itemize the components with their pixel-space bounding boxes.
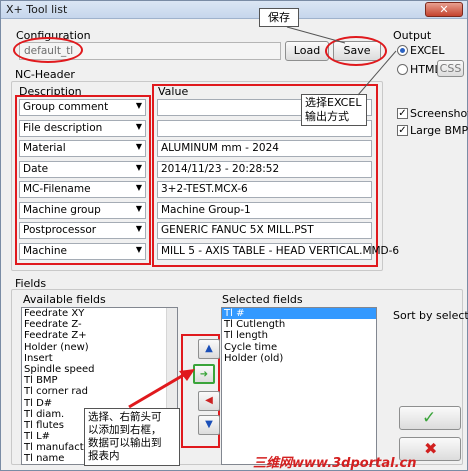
value-text: 3+2-TEST.MCX-6 [161, 183, 248, 195]
description-value: Date [23, 163, 49, 175]
description-select[interactable]: Postprocessor ▼ [19, 222, 146, 239]
description-value: Group comment [23, 101, 109, 113]
dropdown-arrow-icon: ▼ [135, 224, 142, 233]
description-select[interactable]: Machine group ▼ [19, 202, 146, 219]
available-fields-label: Available fields [23, 293, 106, 306]
value-text: 2014/11/23 - 20:28:52 [161, 163, 280, 175]
description-value: Machine [23, 245, 67, 257]
description-value: Machine group [23, 204, 101, 216]
description-select[interactable]: MC-Filename ▼ [19, 181, 146, 198]
save-callout-pointer [286, 26, 346, 44]
list-item[interactable]: Holder (old) [222, 353, 376, 364]
window-title: X+ Tool list [6, 3, 68, 16]
description-select[interactable]: Date ▼ [19, 161, 146, 178]
value-field[interactable]: ALUMINUM mm - 2024 [157, 140, 372, 157]
description-select[interactable]: File description ▼ [19, 120, 146, 137]
dropdown-arrow-icon: ▼ [135, 101, 142, 110]
dropdown-arrow-icon: ▼ [135, 122, 142, 131]
title-bar: X+ Tool list ✕ [1, 1, 467, 19]
ok-button[interactable]: ✓ [399, 406, 461, 430]
list-item[interactable]: Feedrate Z- [22, 319, 177, 330]
list-item[interactable]: Holder (new) [22, 342, 177, 353]
value-text: Machine Group-1 [161, 204, 251, 216]
description-value: MC-Filename [23, 183, 91, 195]
list-item[interactable]: Feedrate Z+ [22, 330, 177, 341]
nc-header-label: NC-Header [15, 68, 75, 81]
list-item[interactable]: Feedrate XY [22, 308, 177, 319]
dropdown-arrow-icon: ▼ [135, 204, 142, 213]
value-text: ALUMINUM mm - 2024 [161, 142, 279, 154]
description-select[interactable]: Machine ▼ [19, 243, 146, 260]
excel-label: EXCEL [410, 44, 445, 57]
dropdown-arrow-icon: ▼ [135, 245, 142, 254]
checkmark-icon: ✓ [422, 408, 437, 428]
description-select[interactable]: Group comment ▼ [19, 99, 146, 116]
list-item[interactable]: Tl length [222, 330, 376, 341]
dropdown-arrow-icon: ▼ [135, 142, 142, 151]
selected-fields-list[interactable]: Tl # Tl Cutlength Tl length Cycle time H… [221, 307, 377, 465]
screenshot-checkbox[interactable]: ✓ [397, 108, 408, 119]
move-up-icon[interactable]: ▲ [198, 339, 220, 359]
watermark: 三维网www.3dportal.cn [253, 456, 417, 471]
arrows-callout: 选择、右箭头可 以添加到右框， 数据可以输出到 报表内 [84, 408, 180, 466]
description-value: Material [23, 142, 66, 154]
value-field[interactable]: Machine Group-1 [157, 202, 372, 219]
list-item[interactable]: Tl Cutlength [222, 319, 376, 330]
cancel-x-icon: ✖ [424, 439, 438, 458]
remove-left-arrow-icon[interactable]: ◀ [198, 391, 220, 411]
configuration-highlight [13, 37, 83, 63]
dropdown-arrow-icon: ▼ [135, 183, 142, 192]
screenshot-label: Screenshot [410, 107, 468, 120]
list-item-selected[interactable]: Tl # [222, 308, 376, 320]
description-value: Postprocessor [23, 224, 97, 236]
large-bmp-checkbox[interactable]: ✓ [397, 125, 408, 136]
description-value: File description [23, 122, 103, 134]
output-label: Output [393, 29, 432, 42]
dropdown-arrow-icon: ▼ [135, 163, 142, 172]
red-arrow-annotation [128, 369, 195, 409]
sort-by-selection-label: Sort by selection [393, 309, 468, 322]
value-field[interactable]: GENERIC FANUC 5X MILL.PST [157, 222, 372, 239]
value-field[interactable]: 2014/11/23 - 20:28:52 [157, 161, 372, 178]
close-button[interactable]: ✕ [425, 2, 463, 17]
value-text: MILL 5 - AXIS TABLE - HEAD VERTICAL.MMD-… [161, 245, 400, 257]
value-field[interactable]: 3+2-TEST.MCX-6 [157, 181, 372, 198]
selected-fields-label: Selected fields [222, 293, 303, 306]
value-text: GENERIC FANUC 5X MILL.PST [161, 224, 314, 236]
description-select[interactable]: Material ▼ [19, 140, 146, 157]
value-field[interactable]: MILL 5 - AXIS TABLE - HEAD VERTICAL.MMD-… [157, 243, 399, 260]
css-button[interactable]: CSS [437, 60, 464, 77]
window: X+ Tool list ✕ Configuration default_tl … [0, 0, 468, 471]
list-item[interactable]: Cycle time [222, 342, 376, 353]
move-down-icon[interactable]: ▼ [198, 415, 220, 435]
large-bmp-label: Large BMP [410, 124, 468, 137]
excel-callout-pointer [357, 50, 397, 96]
